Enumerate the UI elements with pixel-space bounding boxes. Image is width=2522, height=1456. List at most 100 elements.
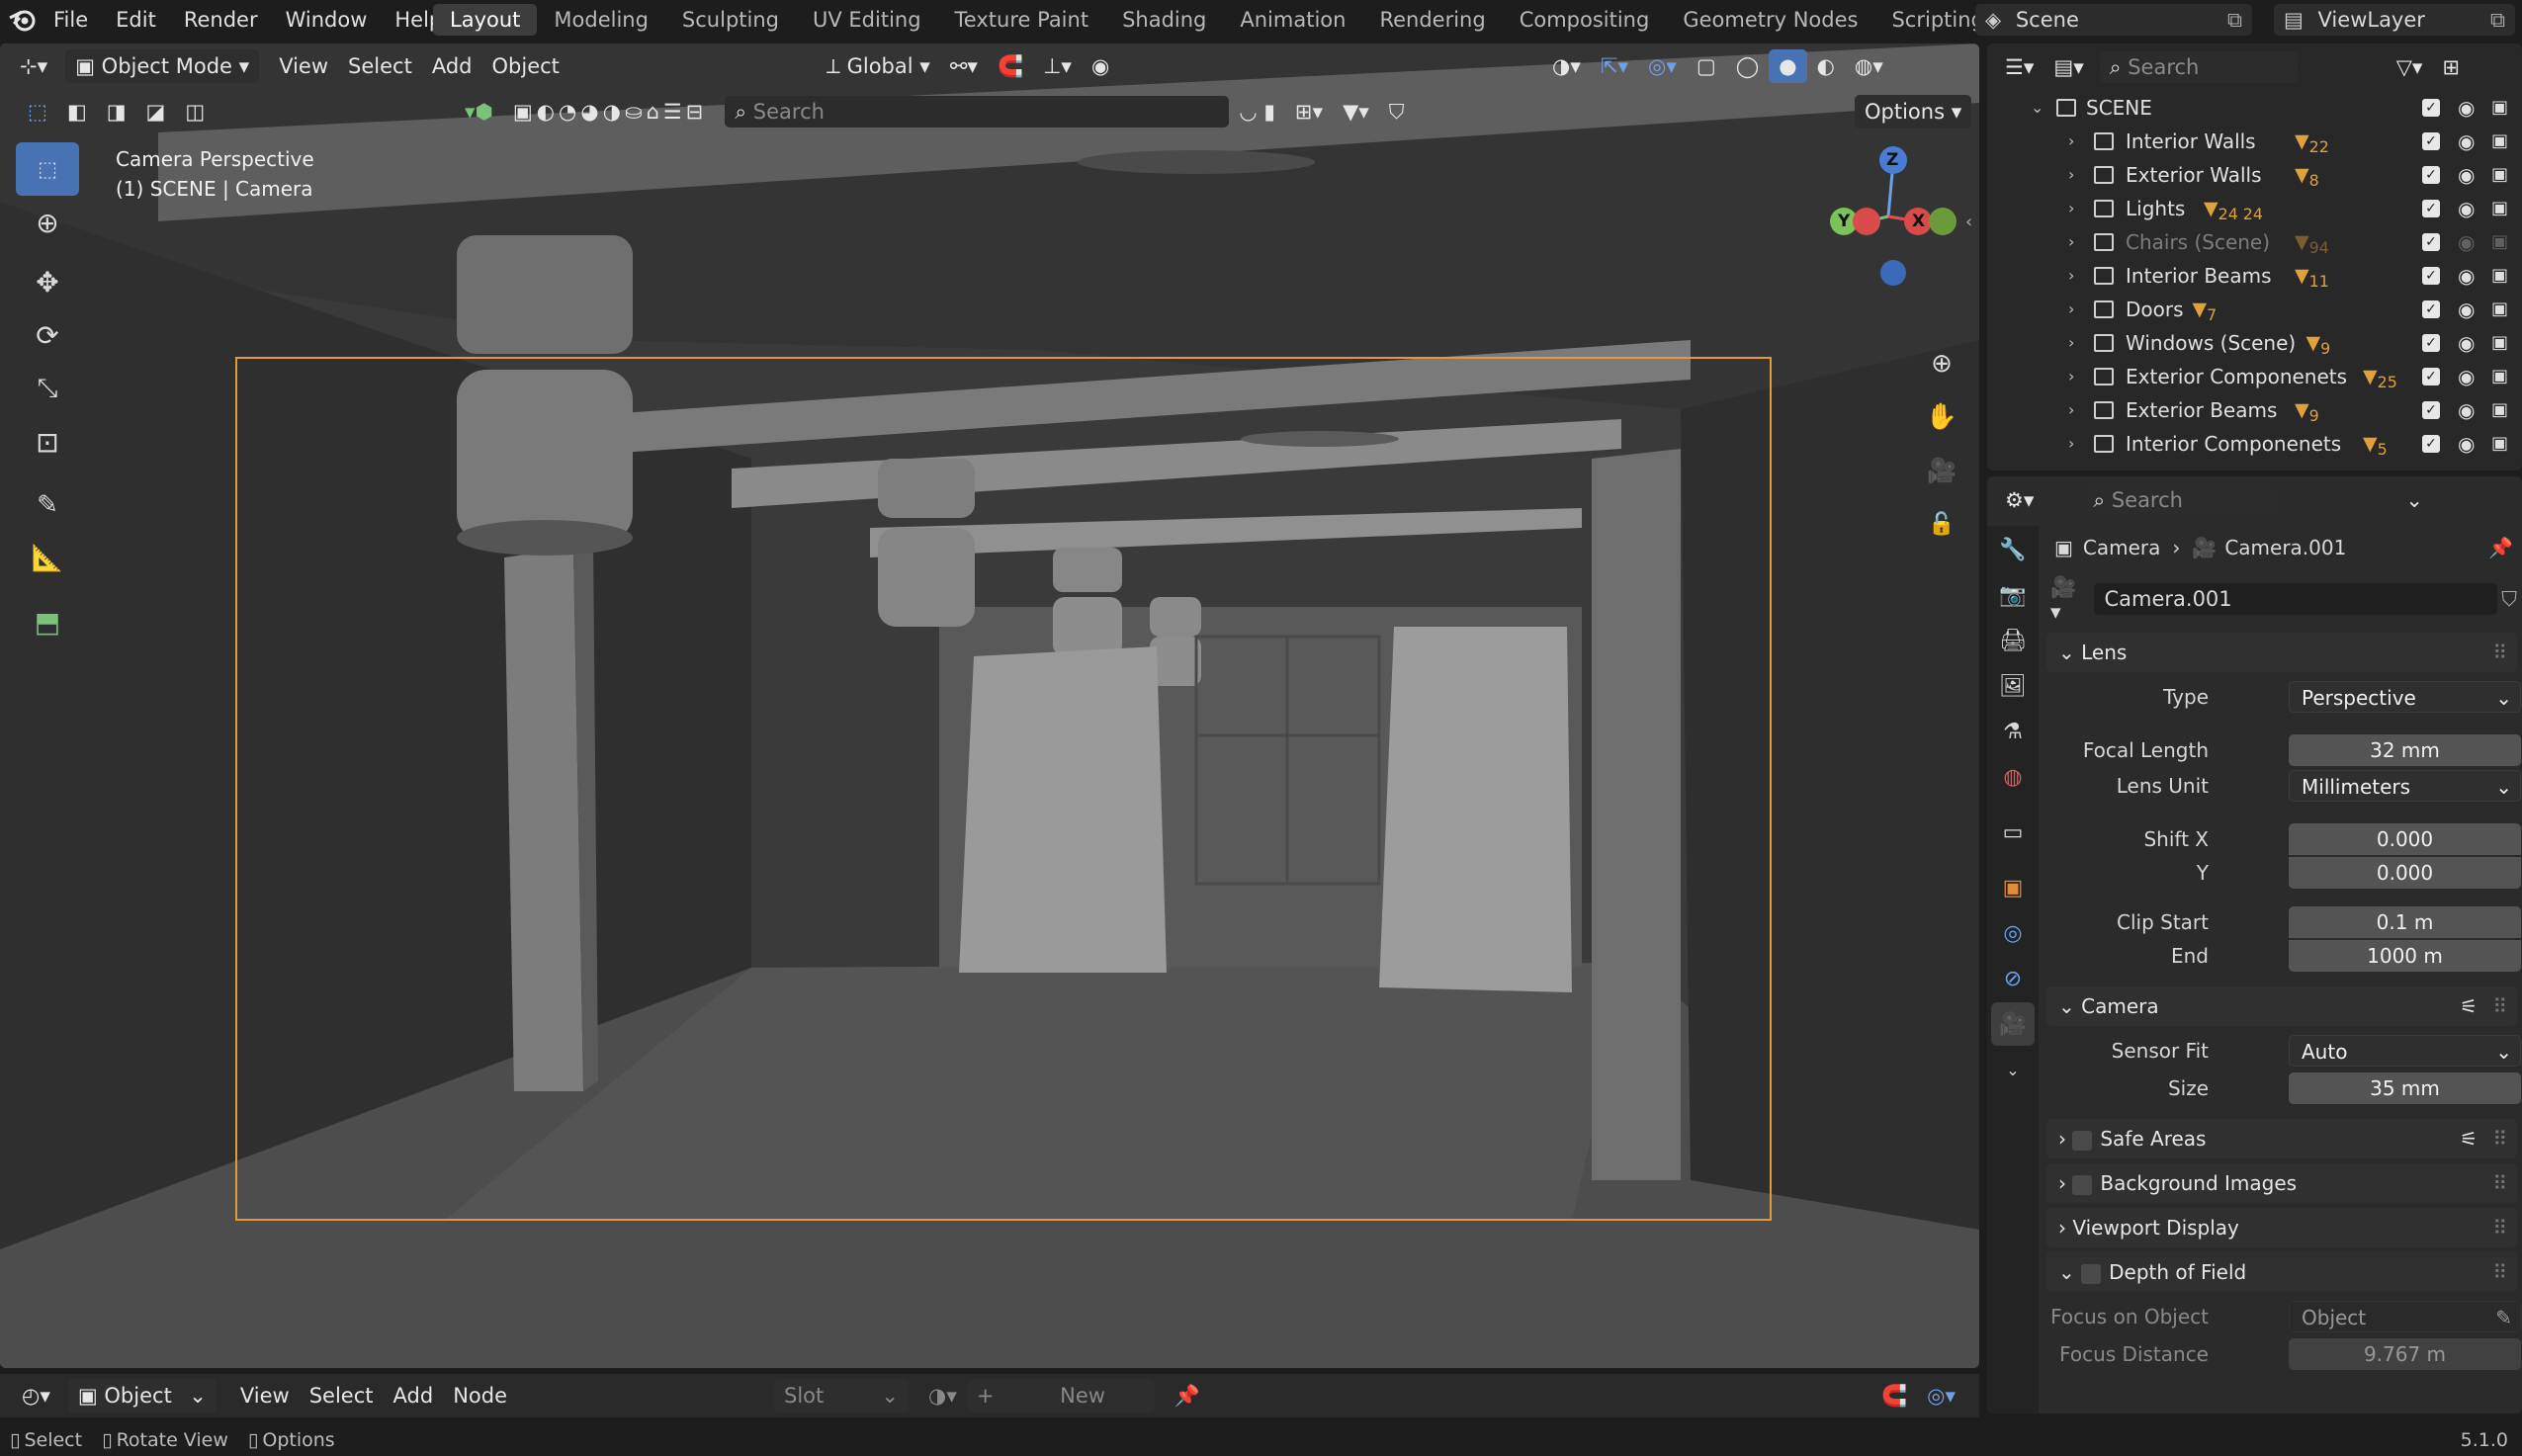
view-layer-tab-icon[interactable]: 🖼 <box>1991 664 2035 708</box>
safe-areas-checkbox[interactable] <box>2072 1130 2093 1151</box>
tab-compositing[interactable]: Compositing <box>1503 4 1667 36</box>
properties-editor-icon[interactable]: ⚙▾ <box>1995 483 2044 517</box>
camera-data-tab-icon[interactable]: 🎥 <box>1991 1002 2035 1046</box>
tab-modeling[interactable]: Modeling <box>537 4 665 36</box>
outliner-editor-icon[interactable]: ☰▾ <box>1995 50 2044 84</box>
snap-node-icon[interactable]: 🧲 <box>1871 1379 1917 1413</box>
3d-viewport[interactable]: ⊹▾ ▣ Object Mode ▾ View Select Add Objec… <box>0 43 1979 1368</box>
render-tab-icon[interactable]: 📷 <box>1991 573 2035 617</box>
expand-chevron-icon[interactable]: › <box>2068 192 2074 225</box>
drag-handle-icon[interactable]: ⠿ <box>2492 633 2507 672</box>
filter-object-icons[interactable]: ▣◐◔◕◑⛀⌂☰⊟ <box>503 95 717 128</box>
node-mode-selector[interactable]: ▣ Object ⌄ <box>67 1379 217 1413</box>
scene-selector[interactable]: ◈ Scene ⧉ <box>1975 4 2252 36</box>
breadcrumb-data[interactable]: Camera.001 <box>2224 536 2346 559</box>
render-camera-icon[interactable]: ▣ <box>2491 158 2508 192</box>
eye-icon[interactable]: ◉ <box>2458 125 2475 158</box>
node-menu-node[interactable]: Node <box>443 1379 517 1413</box>
filter-types-icon[interactable]: ▾⬢ <box>455 95 503 128</box>
render-camera-icon[interactable]: ▣ <box>2491 326 2508 360</box>
rotate-tool-icon[interactable]: ⟳ <box>16 308 79 362</box>
background-images-checkbox[interactable] <box>2072 1174 2093 1195</box>
transform-tool-icon[interactable]: ⊡ <box>16 415 79 469</box>
lock-icon[interactable]: 🔓 <box>1918 500 1965 548</box>
checkbox-icon[interactable]: ✓ <box>2422 166 2440 184</box>
eye-icon[interactable]: ◉ <box>2458 158 2475 192</box>
bottom-editor-type-icon[interactable]: ◴▾ <box>12 1379 60 1413</box>
menu-view[interactable]: View <box>269 49 338 83</box>
output-tab-icon[interactable]: 🖨 <box>1991 619 2035 662</box>
more-tabs-icon[interactable]: ⌄ <box>1991 1048 2035 1091</box>
outliner-row[interactable]: › Interior Beams ▼11 ✓ ◉ ▣ <box>1987 259 2522 293</box>
object-tab-icon[interactable]: ▣ <box>1991 866 2035 909</box>
outliner-row[interactable]: › Interior Componenets ▼5 ✓ ◉ ▣ <box>1987 427 2522 461</box>
snap-icon[interactable]: 🧲 <box>988 49 1033 83</box>
expand-chevron-icon[interactable]: › <box>2068 259 2074 293</box>
sensor-fit-dropdown[interactable]: Auto ⌄ <box>2289 1035 2521 1067</box>
depth-of-field-panel-header[interactable]: ⌄ Depth of Field ⠿ <box>2046 1252 2517 1292</box>
view-layer-selector[interactable]: ▤ ViewLayer ⧉ <box>2274 4 2515 36</box>
world-tab-icon[interactable]: ◍ <box>1991 755 2035 799</box>
node-menu-add[interactable]: Add <box>384 1379 444 1413</box>
collection-tab-icon[interactable]: ▭ <box>1991 811 2035 854</box>
camera-panel-header[interactable]: ⌄ Camera ⚟ ⠿ <box>2046 986 2517 1026</box>
lens-panel-header[interactable]: ⌄ Lens ⠿ <box>2046 633 2517 672</box>
outliner-search[interactable]: ⌕ Search <box>2099 51 2298 83</box>
node-menu-select[interactable]: Select <box>300 1379 384 1413</box>
select-box-icon[interactable]: ⬚ <box>18 95 57 128</box>
tree-root[interactable]: ⌄ SCENE ✓ ◉ ▣ <box>1987 91 2522 125</box>
depth-of-field-checkbox[interactable] <box>2081 1263 2102 1284</box>
render-camera-icon[interactable]: ▣ <box>2491 225 2508 259</box>
checkbox-icon[interactable]: ✓ <box>2422 233 2440 251</box>
tab-sculpting[interactable]: Sculpting <box>665 4 796 36</box>
bookmark-icon[interactable]: ◡ ▮ <box>1229 95 1285 128</box>
pan-hand-icon[interactable]: ✋ <box>1918 393 1965 441</box>
add-cube-tool-icon[interactable]: ⬒ <box>16 595 79 648</box>
eye-icon[interactable]: ◉ <box>2458 393 2475 427</box>
safe-areas-panel-header[interactable]: › Safe Areas ⚟ ⠿ <box>2046 1119 2517 1158</box>
eyedropper-icon[interactable]: ✎ <box>2495 1302 2512 1333</box>
material-browse-icon[interactable]: ◑▾ <box>918 1379 967 1413</box>
expand-chevron-icon[interactable]: › <box>2068 293 2074 326</box>
select-subtract-icon[interactable]: ◨ <box>97 95 136 128</box>
tab-rendering[interactable]: Rendering <box>1362 4 1502 36</box>
material-shading-icon[interactable]: ◐ <box>1807 49 1845 83</box>
drag-handle-icon[interactable]: ⠿ <box>2492 1119 2507 1158</box>
expand-chevron-icon[interactable]: › <box>2068 125 2074 158</box>
pin-node-icon[interactable]: 📌 <box>1165 1379 1210 1413</box>
checkbox-icon[interactable]: ✓ <box>2422 368 2440 385</box>
new-material-button[interactable]: + New <box>966 1379 1155 1413</box>
fake-user-shield-icon[interactable]: ⛉ <box>2501 587 2517 612</box>
select-invert-icon[interactable]: ◪ <box>136 95 176 128</box>
copy-layer-icon[interactable]: ⧉ <box>2490 4 2505 36</box>
menu-window[interactable]: Window <box>272 0 382 40</box>
tab-geometry-nodes[interactable]: Geometry Nodes <box>1666 4 1874 36</box>
sidebar-toggle-icon[interactable]: ‹ <box>1965 212 1972 232</box>
outliner-row[interactable]: › Exterior Componenets ▼25 ✓ ◉ ▣ <box>1987 360 2522 393</box>
new-collection-icon[interactable]: ⊞ <box>2432 50 2470 84</box>
funnel-icon[interactable]: ▼▾ <box>1333 95 1379 128</box>
display-mode-icon[interactable]: ▤▾ <box>2044 50 2093 84</box>
outliner-row[interactable]: › Lights ▼24 24 ✓ ◉ ▣ <box>1987 192 2522 225</box>
orientation-selector[interactable]: ⟂ Global ▾ <box>817 49 940 83</box>
proportional-edit-icon[interactable]: ◉ <box>1082 49 1119 83</box>
eye-icon[interactable]: ◉ <box>2458 225 2475 259</box>
scale-tool-icon[interactable]: ⤡ <box>16 362 79 415</box>
menu-object[interactable]: Object <box>482 49 569 83</box>
pin-properties-icon[interactable]: 📌 <box>2488 536 2513 559</box>
render-camera-icon[interactable]: ▣ <box>2491 259 2508 293</box>
eye-icon[interactable]: ◉ <box>2458 360 2475 393</box>
expand-chevron-icon[interactable]: › <box>2068 360 2074 393</box>
blender-logo-icon[interactable] <box>8 6 38 34</box>
tab-uv-editing[interactable]: UV Editing <box>796 4 938 36</box>
node-overlay-icon[interactable]: ◎▾ <box>1917 1379 1965 1413</box>
tab-shading[interactable]: Shading <box>1105 4 1223 36</box>
sensor-size-field[interactable]: 35 mm <box>2289 1072 2521 1104</box>
render-camera-icon[interactable]: ▣ <box>2491 91 2508 125</box>
select-intersect-icon[interactable]: ◫ <box>175 95 215 128</box>
checkbox-icon[interactable]: ✓ <box>2422 334 2440 352</box>
eye-icon[interactable]: ◉ <box>2458 293 2475 326</box>
shift-x-field[interactable]: 0.000 <box>2289 823 2521 855</box>
wireframe-shading-icon[interactable]: ◯ <box>1726 49 1770 83</box>
menu-select[interactable]: Select <box>338 49 422 83</box>
